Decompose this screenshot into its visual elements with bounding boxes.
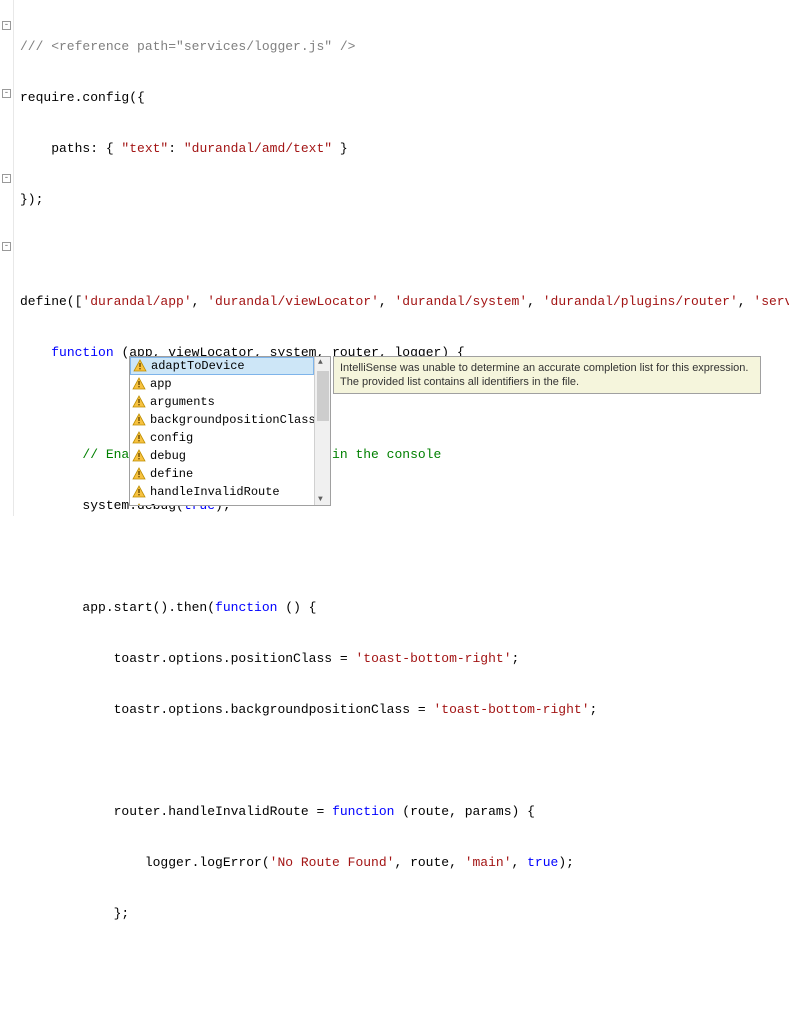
scroll-up-icon[interactable]: ▲ (318, 358, 323, 367)
intellisense-list-box[interactable]: adaptToDevice app arguments backgroundposit… (129, 356, 331, 506)
warning-icon (132, 485, 146, 499)
tooltip-line: IntelliSense was unable to determine an … (340, 361, 754, 375)
intellisense-item-label: backgroundpositionClass (150, 413, 314, 427)
code-text: function (51, 345, 113, 360)
intellisense-item[interactable]: arguments (130, 393, 314, 411)
code-text: app.start().then( (20, 600, 215, 615)
code-text: "text" (121, 141, 168, 156)
scroll-down-icon[interactable]: ▼ (318, 495, 323, 504)
code-text: /// <reference path="services/logger.js"… (20, 39, 355, 54)
code-text: 'toast-bottom-right' (433, 702, 589, 717)
intellisense-item-label: config (150, 431, 193, 445)
intellisense-item-label: debug (150, 449, 186, 463)
code-text: 'durandal/app' (82, 294, 191, 309)
code-text: } (332, 141, 348, 156)
code-text: toastr.options.positionClass = (20, 651, 355, 666)
code-text: require.config({ (20, 90, 145, 105)
intellisense-item[interactable]: define (130, 465, 314, 483)
intellisense-list[interactable]: adaptToDevice app arguments backgroundposit… (130, 357, 314, 505)
fold-toggle[interactable]: - (2, 242, 11, 251)
code-text: ); (558, 855, 574, 870)
code-text: function (332, 804, 394, 819)
code-text (20, 345, 51, 360)
code-text: toastr.options.backgroundpositionClass = (20, 702, 433, 717)
code-text: paths: { (20, 141, 121, 156)
code-text: 'main' (465, 855, 512, 870)
code-text: , (527, 294, 543, 309)
warning-icon (132, 413, 146, 427)
warning-icon (132, 431, 146, 445)
warning-icon (132, 467, 146, 481)
code-text: , route, (394, 855, 464, 870)
code-text: router.handleInvalidRoute = (20, 804, 332, 819)
code-text: ; (590, 702, 598, 717)
code-text: 'No Route Found' (270, 855, 395, 870)
code-text: (route, params) { (394, 804, 534, 819)
scroll-thumb[interactable] (317, 371, 329, 421)
intellisense-item-label: app (150, 377, 172, 391)
code-text: , (738, 294, 754, 309)
code-text: ; (512, 651, 520, 666)
fold-gutter: - - - - (0, 0, 14, 516)
intellisense-tooltip: IntelliSense was unable to determine an … (333, 356, 761, 394)
intellisense-item-label: logError (150, 503, 208, 505)
fold-toggle[interactable]: - (2, 174, 11, 183)
code-text: , (512, 855, 528, 870)
code-text: define([ (20, 294, 82, 309)
code-text: }; (20, 906, 129, 921)
code-text: function (215, 600, 277, 615)
intellisense-item[interactable]: backgroundpositionClass (130, 411, 314, 429)
intellisense-item-label: arguments (150, 395, 215, 409)
fold-toggle[interactable]: - (2, 89, 11, 98)
intellisense-item[interactable]: config (130, 429, 314, 447)
warning-icon (132, 395, 146, 409)
warning-icon (132, 377, 146, 391)
code-text: "durandal/amd/text" (184, 141, 332, 156)
fold-toggle[interactable]: - (2, 21, 11, 30)
intellisense-item[interactable]: handleInvalidRoute (130, 483, 314, 501)
code-text: 'durandal/viewLocator' (207, 294, 379, 309)
code-text: , (192, 294, 208, 309)
warning-icon (132, 449, 146, 463)
code-text: logger.logError( (20, 855, 270, 870)
intellisense-item[interactable]: logError (130, 501, 314, 505)
code-text: }); (20, 192, 43, 207)
code-text: 'durandal/plugins/router' (543, 294, 738, 309)
intellisense-item-label: adaptToDevice (151, 359, 245, 373)
intellisense-scrollbar[interactable]: ▲ ▼ (314, 357, 330, 505)
code-text: () { (277, 600, 316, 615)
tooltip-line: The provided list contains all identifie… (340, 375, 754, 389)
warning-icon (133, 359, 147, 373)
intellisense-popup: adaptToDevice app arguments backgroundposit… (129, 356, 761, 506)
code-text: : (168, 141, 184, 156)
intellisense-item[interactable]: app (130, 375, 314, 393)
intellisense-item-label: handleInvalidRoute (150, 485, 280, 499)
code-text: true (527, 855, 558, 870)
intellisense-item-label: define (150, 467, 193, 481)
code-text: 'durandal/system' (395, 294, 528, 309)
warning-icon (132, 503, 146, 505)
code-text: , (379, 294, 395, 309)
intellisense-item[interactable]: adaptToDevice (130, 357, 314, 375)
code-text: 'toast-bottom-right' (355, 651, 511, 666)
code-text: 'services/logger' (753, 294, 789, 309)
intellisense-item[interactable]: debug (130, 447, 314, 465)
